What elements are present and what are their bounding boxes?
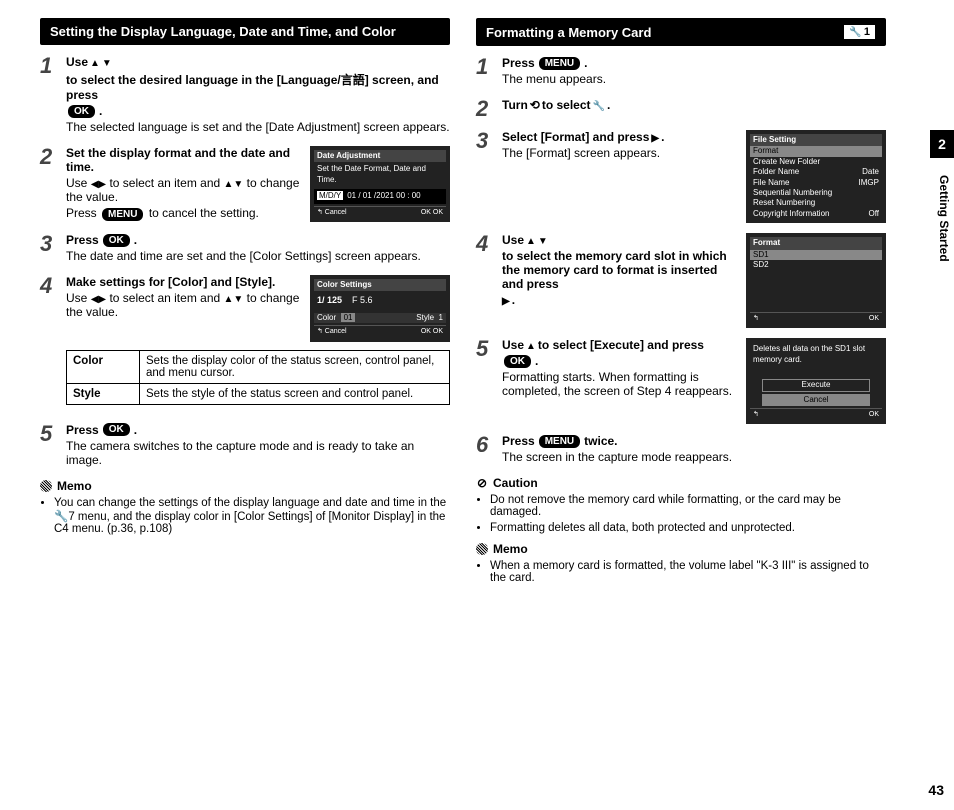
- arrow-up-icon: [526, 338, 536, 352]
- dial-icon: [530, 98, 540, 112]
- color-settings-screen: Color Settings 1/ 125 F 5.6 Color 01 Sty…: [310, 275, 450, 342]
- ok-button-icon: OK: [68, 105, 95, 118]
- arrow-down-icon: [538, 233, 548, 247]
- step: 2 Turn to select .: [476, 98, 886, 120]
- arrow-down-icon: [233, 291, 243, 305]
- step: 6 Press MENU twice. The screen in the ca…: [476, 434, 886, 466]
- step: 4 Use to select the memory card slot in …: [476, 233, 886, 328]
- caution-list: Do not remove the memory card while form…: [476, 494, 886, 534]
- right-column: Formatting a Memory Card 1 1 Press MENU …: [476, 18, 886, 588]
- step-number: 5: [476, 338, 494, 424]
- arrow-up-icon: [526, 233, 536, 247]
- memo-heading: Memo: [476, 542, 886, 556]
- step-description: Formatting starts. When formatting is co…: [502, 370, 736, 398]
- section-header-left: Setting the Display Language, Date and T…: [40, 18, 450, 45]
- arrow-right-icon: [502, 293, 510, 307]
- list-item: You can change the settings of the displ…: [54, 497, 450, 535]
- arrow-up-icon: [224, 291, 234, 305]
- chapter-tab: 2: [930, 130, 954, 158]
- table-row: StyleSets the style of the status screen…: [67, 383, 450, 404]
- step-number: 2: [476, 98, 494, 120]
- list-item: Formatting deletes all data, both protec…: [490, 522, 886, 534]
- step-description: The selected language is set and the [Da…: [66, 120, 450, 134]
- section-header-right: Formatting a Memory Card 1: [476, 18, 886, 46]
- step-number: 1: [40, 55, 58, 136]
- step-number: 3: [476, 130, 494, 223]
- step-description: The date and time are set and the [Color…: [66, 249, 450, 263]
- step-description: The camera switches to the capture mode …: [66, 439, 450, 467]
- file-setting-screen: File Setting Format Create New Folder Fo…: [746, 130, 886, 223]
- step: 2 Set the display format and the date an…: [40, 146, 450, 223]
- date-adjustment-screen: Date Adjustment Set the Date Format, Dat…: [310, 146, 450, 222]
- step: 5 Press OK . The camera switches to the …: [40, 423, 450, 469]
- arrow-down-icon: [233, 176, 243, 190]
- wrench-icon: [849, 26, 861, 38]
- wrench-badge: 1: [843, 24, 876, 40]
- step-number: 6: [476, 434, 494, 466]
- step: 5 Use to select [Execute] and press OK .…: [476, 338, 886, 424]
- step-description: The menu appears.: [502, 72, 886, 86]
- step-description: The screen in the capture mode reappears…: [502, 450, 886, 464]
- memo-list: You can change the settings of the displ…: [40, 497, 450, 535]
- chapter-label: Getting Started: [937, 175, 951, 262]
- step-number: 2: [40, 146, 58, 223]
- step: 3 Select [Format] and press . The [Forma…: [476, 130, 886, 223]
- arrow-up-icon: [224, 176, 234, 190]
- ok-button-icon: OK: [103, 234, 130, 247]
- step-number: 1: [476, 56, 494, 88]
- memo-heading: Memo: [40, 479, 450, 493]
- step: 1 Press MENU . The menu appears.: [476, 56, 886, 88]
- step: 4 Make settings for [Color] and [Style].…: [40, 275, 450, 413]
- step-description: The [Format] screen appears.: [502, 146, 736, 160]
- execute-screen: Deletes all data on the SD1 slot memory …: [746, 338, 886, 424]
- wrench-icon: [593, 98, 605, 112]
- list-item: Do not remove the memory card while form…: [490, 494, 886, 518]
- menu-button-icon: MENU: [539, 57, 580, 70]
- page-number: 43: [928, 782, 944, 798]
- left-column: Setting the Display Language, Date and T…: [40, 18, 450, 588]
- step-number: 3: [40, 233, 58, 265]
- memo-list: When a memory card is formatted, the vol…: [476, 560, 886, 584]
- table-row: ColorSets the display color of the statu…: [67, 350, 450, 383]
- arrow-up-icon: [90, 55, 100, 69]
- arrow-right-icon: [98, 291, 106, 305]
- color-style-table: ColorSets the display color of the statu…: [66, 350, 450, 405]
- step-number: 4: [476, 233, 494, 328]
- ok-button-icon: OK: [103, 423, 130, 436]
- format-slot-screen: Format SD1 SD2 ↰OK: [746, 233, 886, 328]
- menu-button-icon: MENU: [102, 208, 143, 221]
- step-number: 5: [40, 423, 58, 469]
- list-item: When a memory card is formatted, the vol…: [490, 560, 886, 584]
- menu-button-icon: MENU: [539, 435, 580, 448]
- ok-button-icon: OK: [504, 355, 531, 368]
- step: 1 Use to select the desired language in …: [40, 55, 450, 136]
- step-number: 4: [40, 275, 58, 413]
- arrow-right-icon: [651, 130, 659, 144]
- arrow-down-icon: [102, 55, 112, 69]
- arrow-right-icon: [98, 176, 106, 190]
- step: 3 Press OK . The date and time are set a…: [40, 233, 450, 265]
- caution-heading: Caution: [476, 476, 886, 490]
